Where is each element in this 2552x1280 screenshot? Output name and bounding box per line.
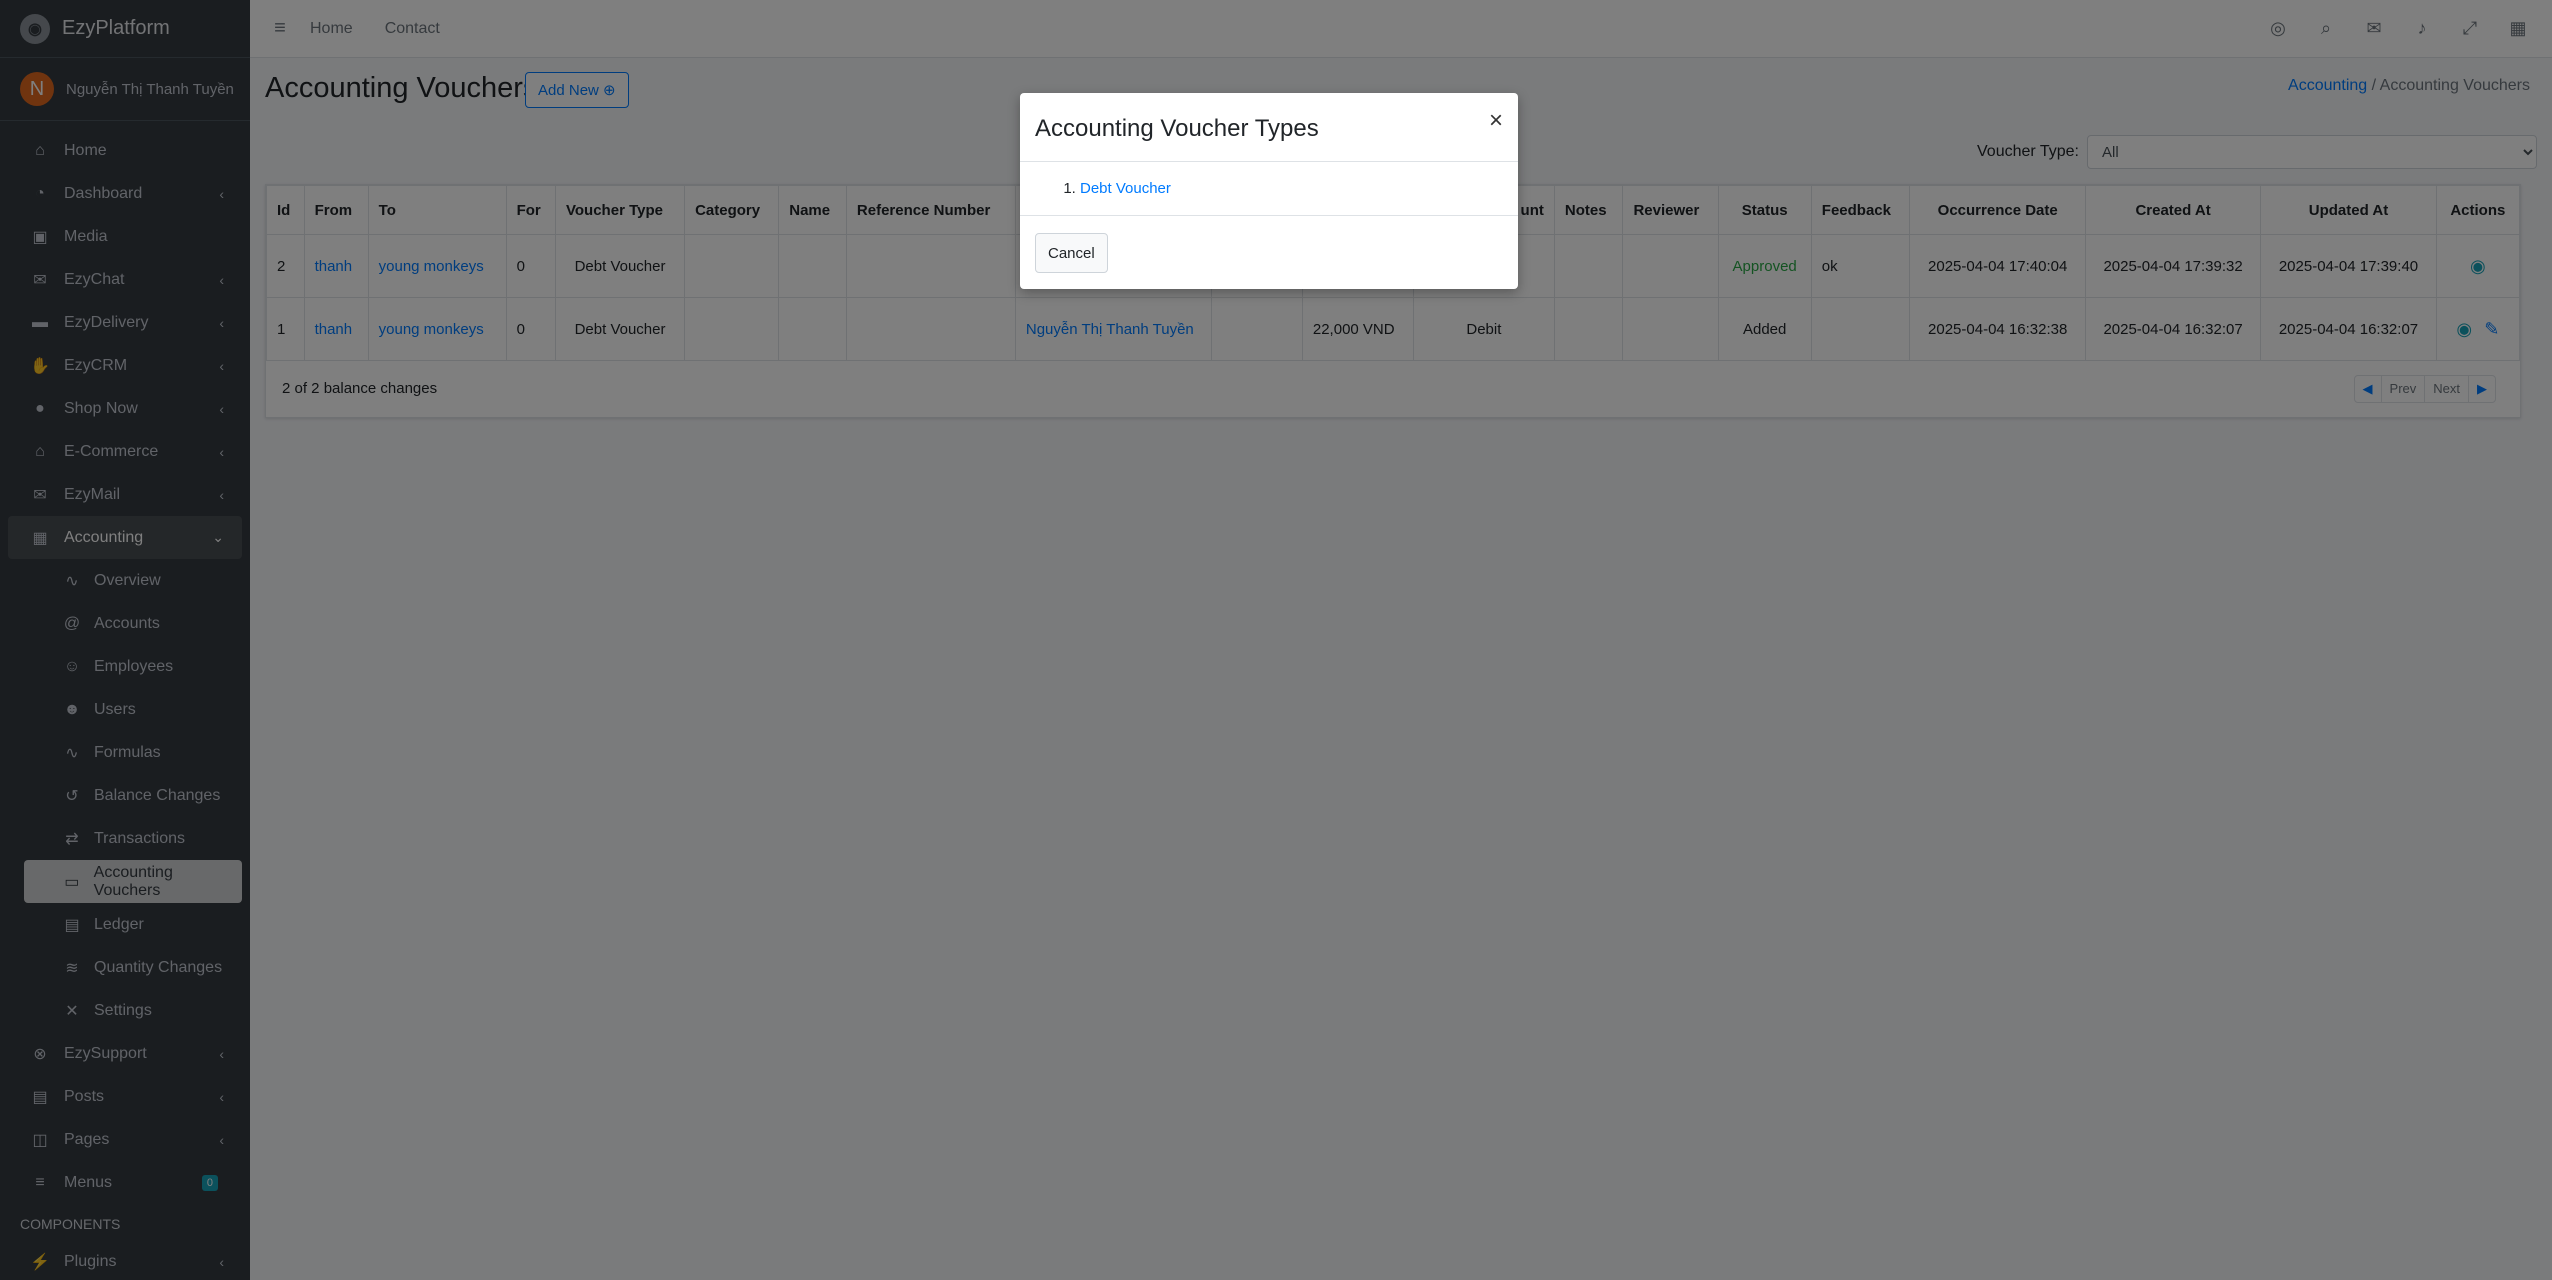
close-icon[interactable]: × [1489,107,1503,135]
modal-title: Accounting Voucher Types [1035,115,1319,142]
list-item: Debt Voucher [1080,180,1171,197]
voucher-type-list: Debt Voucher [1060,180,1171,197]
voucher-types-modal: Accounting Voucher Types × Debt Voucher … [1020,93,1518,289]
cancel-button[interactable]: Cancel [1035,233,1108,273]
voucher-type-option-link[interactable]: Debt Voucher [1080,180,1171,197]
modal-body: Debt Voucher [1020,162,1518,216]
modal-header: Accounting Voucher Types × [1020,93,1518,162]
